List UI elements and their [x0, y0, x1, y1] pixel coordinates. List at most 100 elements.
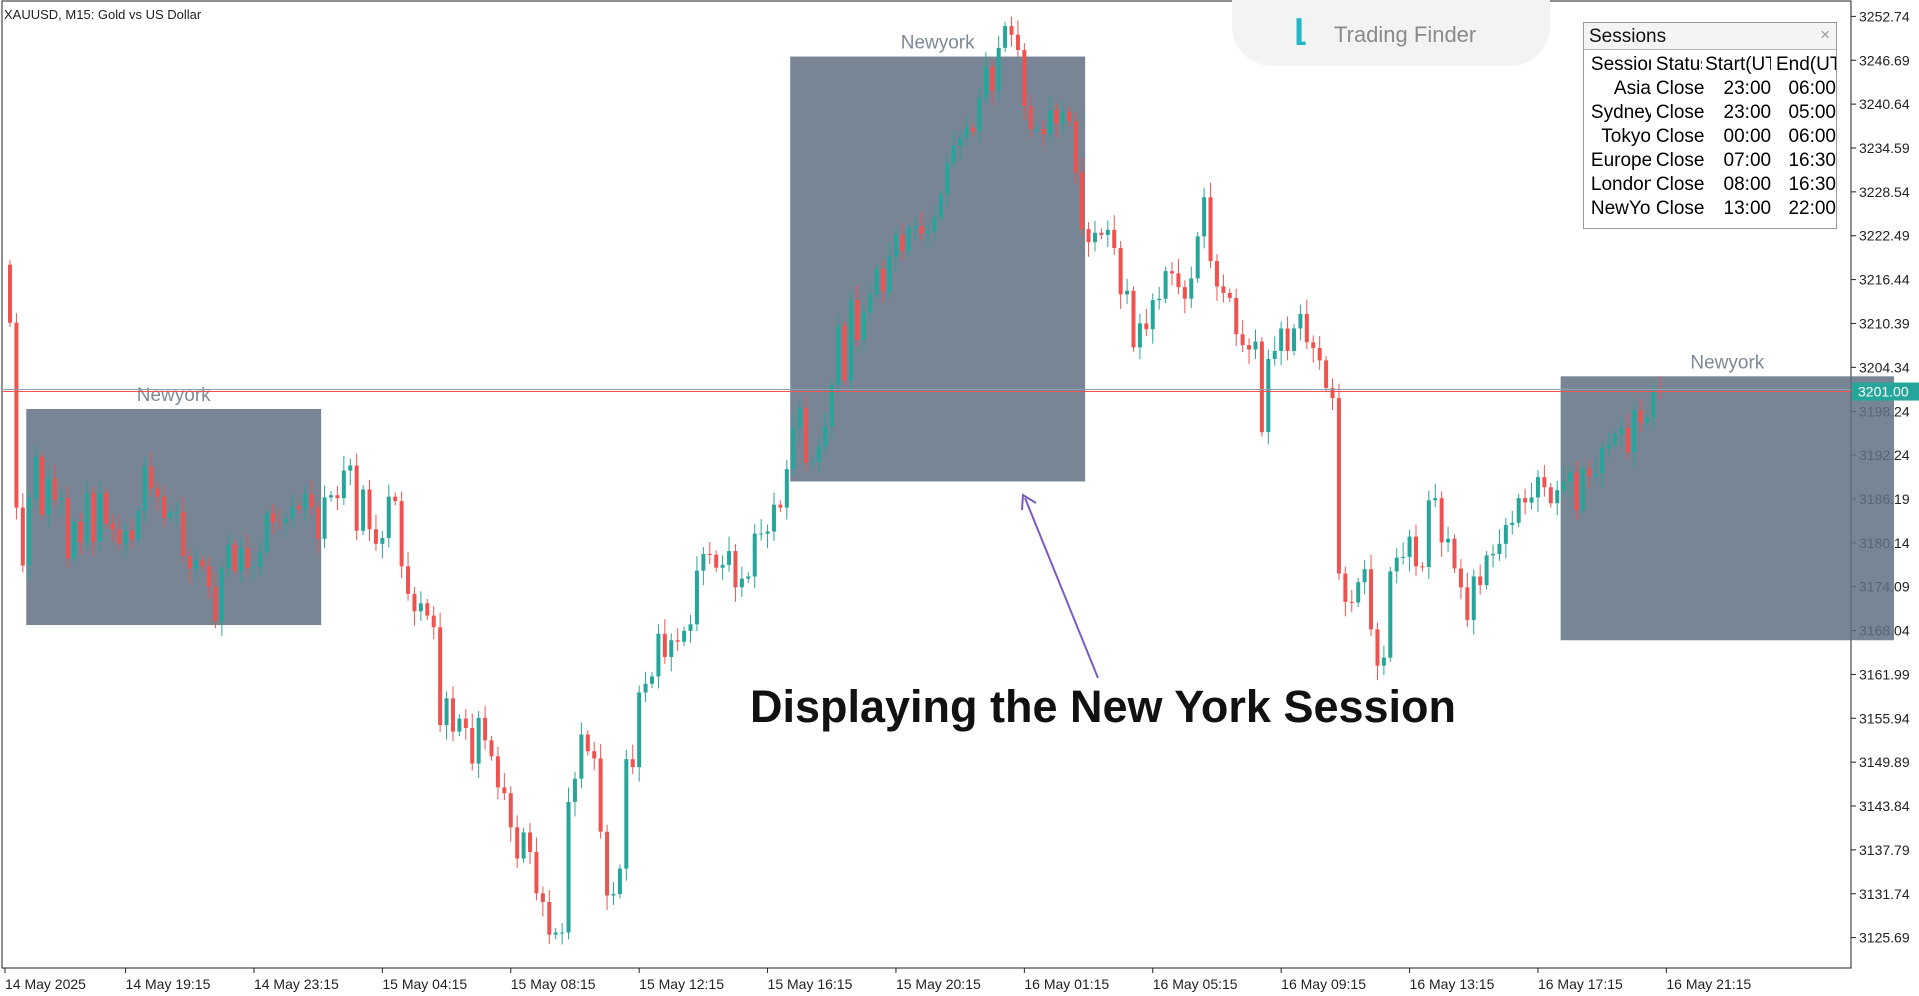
candle-body — [926, 231, 931, 234]
candle-body — [85, 493, 90, 543]
candle-body — [617, 868, 622, 895]
candle-body — [104, 493, 109, 524]
x-tick-label: 15 May 04:15 — [382, 976, 467, 992]
candle-body — [1645, 417, 1650, 423]
candle-body — [20, 507, 25, 566]
candle-body — [425, 603, 430, 616]
candle-body — [367, 489, 372, 530]
table-row: Tokyo Close 00:00 06:00 — [1590, 125, 1836, 149]
candle-body — [707, 553, 712, 555]
candle-body — [463, 718, 468, 728]
x-tick-label: 16 May 05:15 — [1153, 976, 1238, 992]
table-header-row: Session Status Start(UTC) End(UTC) — [1590, 53, 1836, 77]
candle-body — [483, 717, 488, 741]
candle-body — [284, 518, 289, 523]
candle-body — [1234, 298, 1239, 335]
candle-body — [1144, 323, 1149, 330]
candle-body — [393, 496, 398, 502]
session-end: 16:30 — [1788, 174, 1836, 195]
candle-body — [849, 300, 854, 381]
x-tick-label: 16 May 17:15 — [1538, 976, 1623, 992]
candle-body — [78, 522, 83, 543]
candle-body — [1279, 328, 1284, 351]
candle-body — [412, 593, 417, 612]
candle-body — [1317, 348, 1322, 361]
trading-finder-logo: ⌊ Trading Finder — [1232, 0, 1550, 66]
session-box-label: Newyork — [137, 385, 211, 406]
candle-body — [1561, 481, 1566, 491]
candle-body — [977, 97, 982, 132]
candle-body — [945, 162, 950, 195]
candle-body — [123, 530, 128, 544]
candle-body — [1574, 472, 1579, 511]
session-start: 23:00 — [1723, 102, 1772, 123]
candle-body — [431, 615, 436, 628]
session-box-newyork — [790, 56, 1086, 482]
candle-body — [354, 465, 359, 531]
candle-body — [470, 727, 475, 764]
candle-body — [14, 322, 19, 508]
session-name: Europe — [1590, 150, 1651, 171]
candle-body — [8, 264, 12, 323]
session-status: Close — [1655, 78, 1705, 99]
candle-body — [1452, 538, 1457, 569]
candle-body — [585, 734, 590, 752]
candle-body — [637, 692, 642, 768]
session-box-label: Newyork — [1690, 352, 1764, 373]
candle-body — [1465, 587, 1470, 620]
annotation-text: Displaying the New York Session — [750, 681, 1456, 732]
candle-body — [784, 469, 789, 508]
candle-body — [1105, 229, 1110, 235]
sessions-panel-header[interactable]: Sessions × — [1584, 23, 1836, 50]
candle-body — [1593, 473, 1598, 477]
candle-body — [791, 427, 796, 470]
x-tick-label: 16 May 01:15 — [1024, 976, 1109, 992]
candle-body — [540, 893, 545, 903]
candle-body — [752, 533, 757, 577]
candle-body — [861, 312, 866, 340]
candle-body — [913, 226, 918, 229]
candle-body — [1022, 50, 1027, 106]
candle-body — [643, 683, 648, 693]
candle-body — [1304, 313, 1309, 343]
session-box-label: Newyork — [901, 33, 975, 54]
candle-body — [1176, 273, 1181, 288]
x-tick-label: 16 May 13:15 — [1410, 976, 1495, 992]
y-tick-label: 3125.69 — [1859, 930, 1910, 946]
candle-body — [200, 560, 205, 567]
candle-body — [650, 676, 654, 684]
candle-body — [1080, 172, 1085, 230]
candle-body — [1587, 469, 1592, 477]
candle-body — [1311, 342, 1316, 349]
candle-body — [1131, 290, 1136, 348]
y-tick-label: 3143.84 — [1859, 798, 1910, 814]
candle-body — [348, 465, 353, 471]
candle-body — [1407, 536, 1412, 557]
candle-body — [1471, 576, 1476, 620]
candle-body — [1292, 328, 1296, 351]
table-row: Sydney Close 23:00 05:00 — [1590, 101, 1836, 125]
candle-body — [572, 778, 577, 802]
sessions-panel[interactable]: Sessions × Session Status Start(UTC) End… — [1583, 22, 1837, 229]
candle-body — [33, 456, 38, 499]
candle-body — [919, 226, 924, 234]
sessions-table: Session Status Start(UTC) End(UTC) Asia … — [1590, 53, 1836, 221]
session-status: Close — [1655, 102, 1705, 123]
candle-body — [258, 551, 263, 568]
candle-body — [855, 300, 860, 340]
candle-body — [245, 548, 250, 568]
candle-body — [1137, 323, 1142, 348]
candle-body — [46, 478, 51, 515]
candle-body — [418, 603, 423, 612]
candle-body — [598, 758, 603, 832]
close-icon[interactable]: × — [1820, 25, 1830, 45]
candle-body — [688, 624, 693, 631]
candle-body — [1189, 278, 1194, 299]
candle-body — [1478, 576, 1483, 586]
candle-body — [887, 256, 892, 292]
y-tick-label: 3210.39 — [1859, 315, 1910, 331]
candle-body — [1535, 477, 1540, 498]
candle-body — [823, 426, 828, 447]
candle-body — [1041, 129, 1046, 135]
candle-body — [1446, 538, 1451, 543]
